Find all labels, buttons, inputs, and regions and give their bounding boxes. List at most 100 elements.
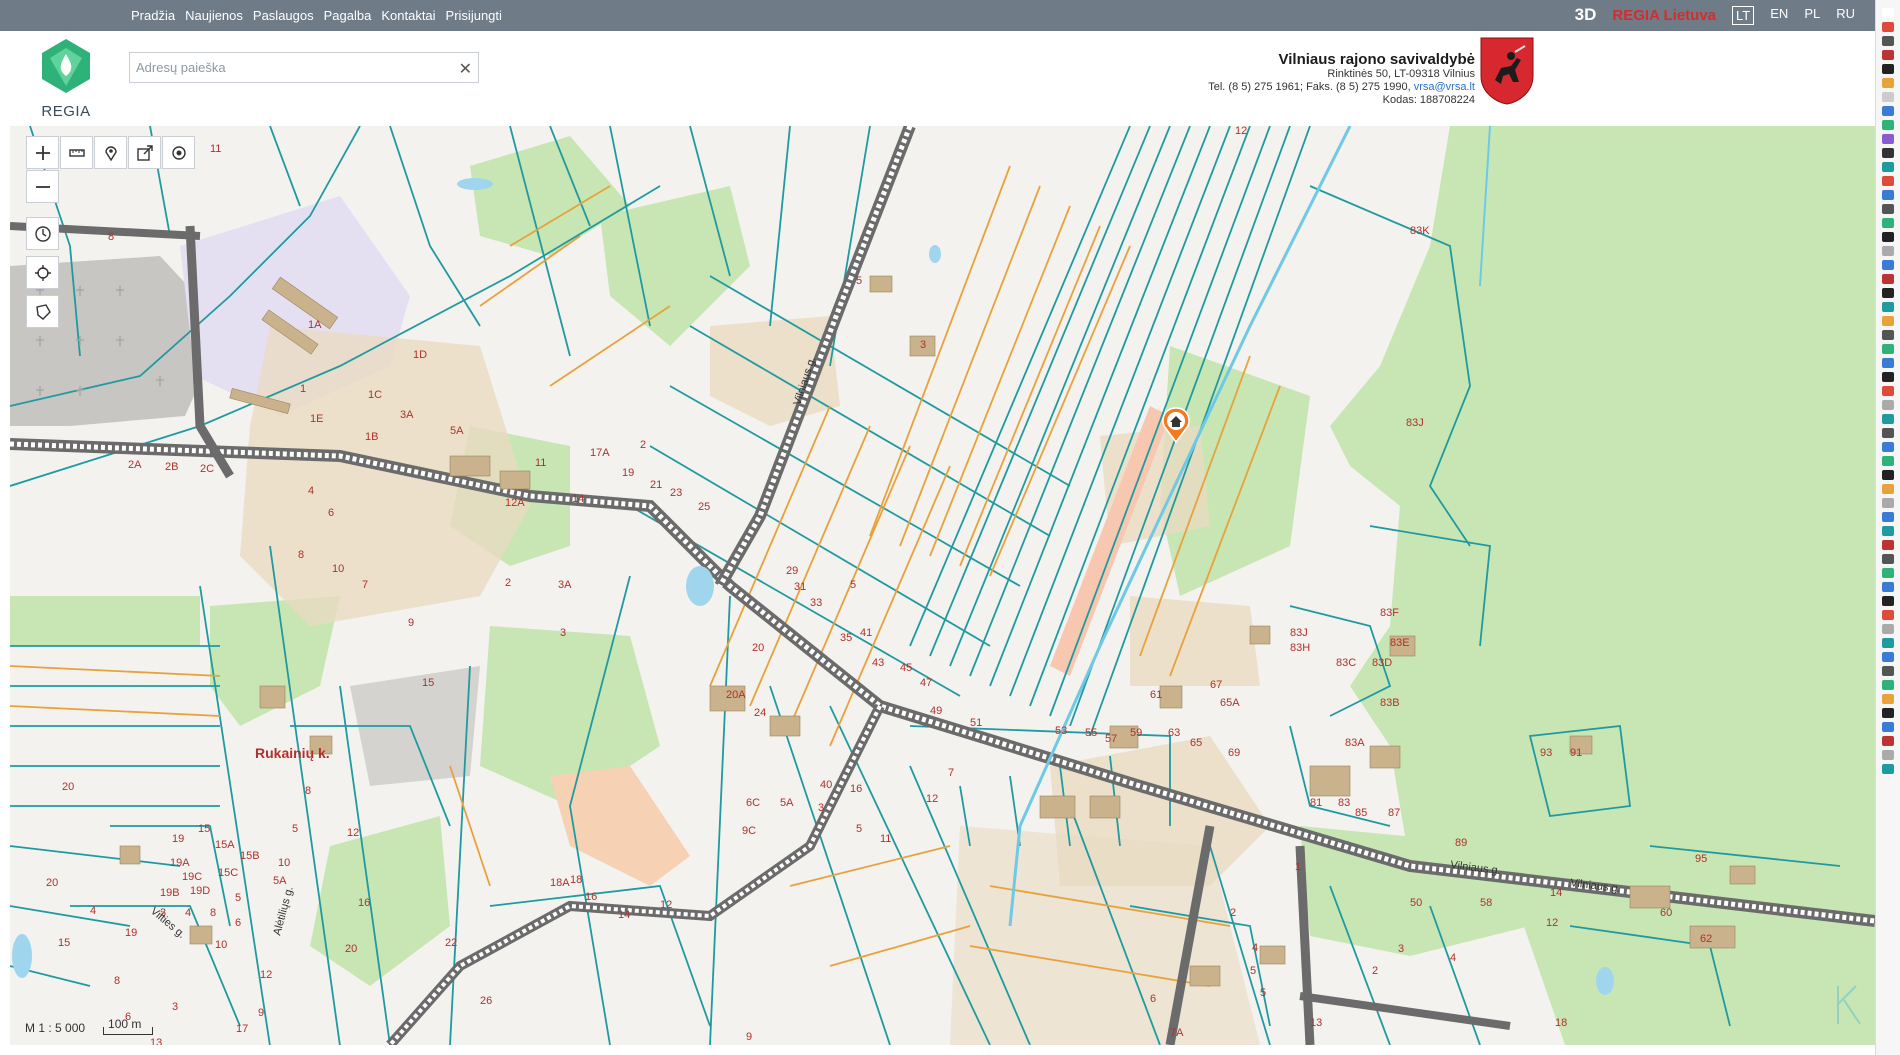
menu-item-paslaugos[interactable]: Paslaugos <box>253 8 314 23</box>
strip-icon[interactable] <box>1882 680 1894 690</box>
target-button[interactable] <box>162 136 195 169</box>
svg-text:13: 13 <box>150 1037 162 1045</box>
strip-icon[interactable] <box>1882 624 1894 634</box>
strip-icon[interactable] <box>1882 232 1894 242</box>
lang-ru[interactable]: RU <box>1836 6 1855 25</box>
svg-text:17A: 17A <box>590 447 610 459</box>
strip-icon[interactable] <box>1882 694 1894 704</box>
strip-icon[interactable] <box>1882 260 1894 270</box>
regia-logo-icon <box>42 39 90 93</box>
svg-text:22: 22 <box>445 937 457 949</box>
strip-icon[interactable] <box>1882 50 1894 60</box>
strip-icon[interactable] <box>1882 372 1894 382</box>
strip-icon[interactable] <box>1882 442 1894 452</box>
svg-text:11: 11 <box>210 143 221 155</box>
strip-icon[interactable] <box>1882 484 1894 494</box>
polygon-select-button[interactable] <box>26 295 59 328</box>
strip-icon[interactable] <box>1882 568 1894 578</box>
menu-item-pagalba[interactable]: Pagalba <box>324 8 372 23</box>
measure-button[interactable] <box>60 136 93 169</box>
svg-text:3: 3 <box>172 1001 178 1013</box>
lang-en[interactable]: EN <box>1770 6 1788 25</box>
brand-link[interactable]: REGIA Lietuva <box>1612 7 1716 24</box>
regia-logo[interactable]: REGIA <box>22 36 110 126</box>
strip-icon[interactable] <box>1882 176 1894 186</box>
strip-icon[interactable] <box>1882 456 1894 466</box>
strip-icon[interactable] <box>1882 64 1894 74</box>
strip-icon[interactable] <box>1882 554 1894 564</box>
svg-text:9: 9 <box>258 1007 264 1019</box>
map-canvas[interactable]: 8 1A 1D 1 1E 1C 3A 5A 1B 2A 2B 2C 468 10 7 2 9 15 11… <box>10 126 1875 1045</box>
strip-icon[interactable] <box>1882 92 1894 102</box>
strip-icon[interactable] <box>1882 652 1894 662</box>
3d-button[interactable]: 3D <box>1575 5 1597 25</box>
strip-icon[interactable] <box>1882 22 1894 32</box>
menu-item-prisijungti[interactable]: Prisijungti <box>446 8 502 23</box>
logo-wordmark: REGIA <box>41 103 91 120</box>
strip-icon[interactable] <box>1882 582 1894 592</box>
lang-pl[interactable]: PL <box>1804 6 1820 25</box>
zoom-out-button[interactable] <box>26 170 59 203</box>
strip-icon[interactable] <box>1882 78 1894 88</box>
strip-icon[interactable] <box>1882 666 1894 676</box>
menu-item-pradzia[interactable]: Pradžia <box>131 8 175 23</box>
strip-icon[interactable] <box>1882 498 1894 508</box>
svg-text:5: 5 <box>292 823 298 835</box>
strip-icon[interactable] <box>1882 750 1894 760</box>
strip-icon[interactable] <box>1882 470 1894 480</box>
strip-icon[interactable] <box>1882 428 1894 438</box>
lang-lt[interactable]: LT <box>1732 5 1755 25</box>
strip-icon[interactable] <box>1882 358 1894 368</box>
strip-icon[interactable] <box>1882 596 1894 606</box>
svg-text:83F: 83F <box>1380 607 1399 619</box>
menu-item-naujienos[interactable]: Naujienos <box>185 8 243 23</box>
strip-icon[interactable] <box>1882 316 1894 326</box>
strip-icon[interactable] <box>1882 134 1894 144</box>
strip-icon[interactable] <box>1882 330 1894 340</box>
strip-icon[interactable] <box>1882 344 1894 354</box>
strip-icon[interactable] <box>1882 190 1894 200</box>
strip-icon[interactable] <box>1882 512 1894 522</box>
strip-icon[interactable] <box>1882 722 1894 732</box>
strip-icon[interactable] <box>1882 274 1894 284</box>
scale-bar: 100 m <box>103 1017 154 1035</box>
strip-icon[interactable] <box>1882 526 1894 536</box>
strip-icon[interactable] <box>1882 204 1894 214</box>
strip-icon[interactable] <box>1882 764 1894 774</box>
locate-button[interactable] <box>26 256 59 289</box>
strip-icon[interactable] <box>1882 36 1894 46</box>
strip-icon[interactable] <box>1882 400 1894 410</box>
place-pin-button[interactable] <box>94 136 127 169</box>
strip-icon[interactable] <box>1882 386 1894 396</box>
strip-icon[interactable] <box>1882 120 1894 130</box>
svg-text:15A: 15A <box>215 839 235 851</box>
history-button[interactable] <box>26 217 59 250</box>
menu-item-kontaktai[interactable]: Kontaktai <box>381 8 435 23</box>
search-input[interactable] <box>130 53 440 82</box>
close-icon[interactable]: ✕ <box>459 59 472 79</box>
strip-icon[interactable] <box>1882 162 1894 172</box>
strip-icon[interactable] <box>1882 106 1894 116</box>
svg-text:59: 59 <box>1130 727 1142 739</box>
svg-text:2: 2 <box>505 577 511 589</box>
pond <box>929 245 941 263</box>
share-button[interactable] <box>128 136 161 169</box>
municipality-email-link[interactable]: vrsa@vrsa.lt <box>1414 81 1475 93</box>
strip-icon[interactable] <box>1882 302 1894 312</box>
strip-icon[interactable] <box>1882 246 1894 256</box>
strip-icon[interactable] <box>1882 708 1894 718</box>
strip-icon[interactable] <box>1882 414 1894 424</box>
strip-icon[interactable] <box>1882 8 1894 18</box>
strip-icon[interactable] <box>1882 736 1894 746</box>
zoom-in-button[interactable] <box>26 136 59 169</box>
svg-text:20A: 20A <box>726 689 746 701</box>
strip-icon[interactable] <box>1882 288 1894 298</box>
strip-icon[interactable] <box>1882 218 1894 228</box>
svg-text:15: 15 <box>422 677 434 689</box>
strip-icon[interactable] <box>1882 148 1894 158</box>
svg-text:12: 12 <box>1546 917 1558 929</box>
strip-icon[interactable] <box>1882 638 1894 648</box>
svg-text:53: 53 <box>1055 725 1067 737</box>
strip-icon[interactable] <box>1882 540 1894 550</box>
strip-icon[interactable] <box>1882 610 1894 620</box>
